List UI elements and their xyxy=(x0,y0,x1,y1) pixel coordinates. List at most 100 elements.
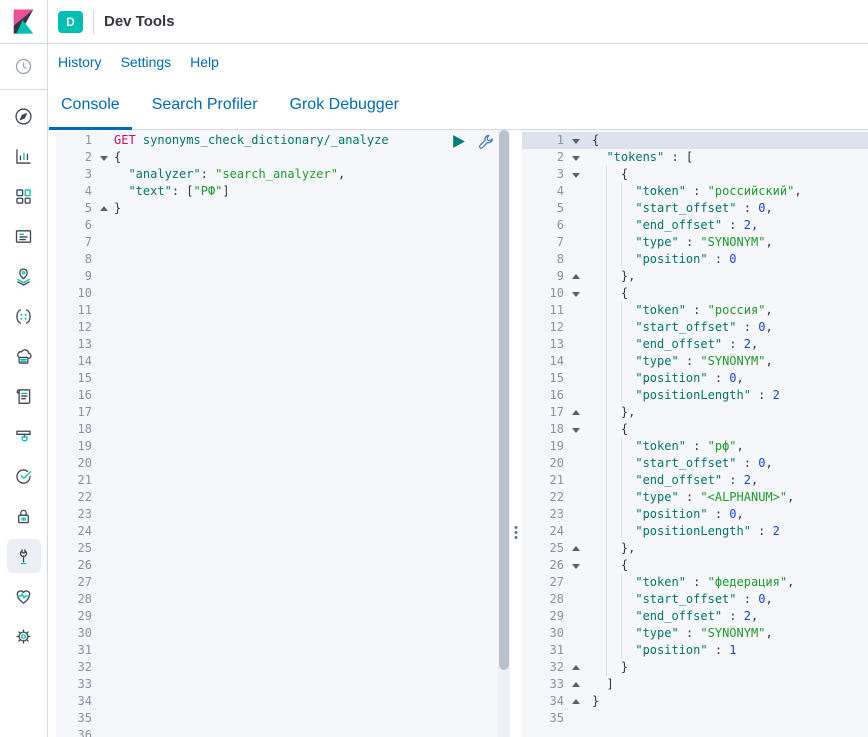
sidebar-item-dev-tools-wrench[interactable] xyxy=(7,539,41,573)
fold-open-icon[interactable] xyxy=(96,149,112,166)
code-text xyxy=(112,625,498,642)
response-editor[interactable]: 1{2 "tokens" : [3 {4 "token" : "российск… xyxy=(522,130,868,737)
kibana-logo[interactable] xyxy=(0,0,47,44)
app-badge: D xyxy=(58,11,83,33)
fold-open-icon[interactable] xyxy=(568,166,584,183)
fold-gutter xyxy=(96,268,112,285)
code-text xyxy=(112,234,498,251)
menu-item-help[interactable]: Help xyxy=(190,54,219,70)
sidebar-item-uptime-check[interactable] xyxy=(7,459,41,493)
fold-end-icon[interactable] xyxy=(568,659,584,676)
sidebar-item-maps-pin[interactable] xyxy=(7,259,41,293)
menu-item-settings[interactable]: Settings xyxy=(121,54,172,70)
fold-end-icon[interactable] xyxy=(568,693,584,710)
fold-gutter xyxy=(568,642,584,659)
code-line: 1GET synonyms_check_dictionary/_analyze xyxy=(56,132,498,149)
tab-grok-debugger[interactable]: Grok Debugger xyxy=(278,80,411,129)
code-line: 31 "position" : 1 xyxy=(522,642,868,659)
line-number: 36 xyxy=(56,727,96,737)
sidebar-item-management-gear[interactable] xyxy=(7,619,41,653)
sidebar-item-recently-viewed-clock[interactable] xyxy=(7,50,41,84)
fold-open-icon[interactable] xyxy=(568,285,584,302)
line-number: 31 xyxy=(56,642,96,659)
code-line: 30 xyxy=(56,625,498,642)
line-number: 21 xyxy=(56,472,96,489)
line-number: 35 xyxy=(522,710,568,727)
code-line: 26 xyxy=(56,557,498,574)
code-text xyxy=(112,676,498,693)
fold-end-icon[interactable] xyxy=(568,676,584,693)
fold-open-icon[interactable] xyxy=(568,149,584,166)
line-number: 13 xyxy=(56,336,96,353)
sidebar-item-discover-compass[interactable] xyxy=(7,99,41,133)
line-number: 32 xyxy=(522,659,568,676)
code-line: 29 "end_offset" : 2, xyxy=(522,608,868,625)
code-line: 35 xyxy=(522,710,868,727)
pane-splitter[interactable] xyxy=(510,130,522,737)
code-line: 11 xyxy=(56,302,498,319)
fold-end-icon[interactable] xyxy=(96,200,112,217)
fold-gutter xyxy=(96,710,112,727)
menu-item-history[interactable]: History xyxy=(58,54,102,70)
line-number: 14 xyxy=(56,353,96,370)
uptime-check-icon xyxy=(13,466,34,487)
scrollbar-thumb[interactable] xyxy=(499,130,509,670)
fold-gutter xyxy=(568,387,584,404)
line-number: 10 xyxy=(522,285,568,302)
code-text: { xyxy=(584,557,868,574)
sidebar-item-siem-lock[interactable] xyxy=(7,499,41,533)
fold-gutter xyxy=(96,676,112,693)
code-line: 1{ xyxy=(522,132,868,149)
fold-end-icon[interactable] xyxy=(568,540,584,557)
tab-search-profiler[interactable]: Search Profiler xyxy=(140,80,270,129)
fold-end-icon[interactable] xyxy=(568,404,584,421)
code-line: 36 xyxy=(56,727,498,737)
tab-console[interactable]: Console xyxy=(49,80,132,129)
line-number: 23 xyxy=(522,506,568,523)
code-line: 10 xyxy=(56,285,498,302)
sidebar-item-visualize-chart[interactable] xyxy=(7,139,41,173)
code-text: }, xyxy=(584,404,868,421)
sidebar-item-canvas[interactable] xyxy=(7,219,41,253)
sidebar-item-logs-scroll[interactable] xyxy=(7,379,41,413)
request-editor[interactable]: 1GET synonyms_check_dictionary/_analyze2… xyxy=(56,130,498,737)
fold-open-icon[interactable] xyxy=(568,421,584,438)
code-line: 24 xyxy=(56,523,498,540)
code-line: 24 "positionLength" : 2 xyxy=(522,523,868,540)
code-line: 16 "positionLength" : 2 xyxy=(522,387,868,404)
fold-end-icon[interactable] xyxy=(568,268,584,285)
code-text: "token" : "рф", xyxy=(584,438,868,455)
sidebar-item-stack-monitoring-heart[interactable] xyxy=(7,579,41,613)
code-line: 6 xyxy=(56,217,498,234)
fold-gutter xyxy=(568,200,584,217)
code-text xyxy=(112,472,498,489)
line-number: 22 xyxy=(56,489,96,506)
fold-gutter xyxy=(568,625,584,642)
fold-gutter xyxy=(96,523,112,540)
code-line: 32 } xyxy=(522,659,868,676)
request-pane: 1GET synonyms_check_dictionary/_analyze2… xyxy=(56,130,510,737)
sidebar-item-apm[interactable] xyxy=(7,419,41,453)
line-number: 16 xyxy=(56,387,96,404)
code-line: 27 "token" : "федерация", xyxy=(522,574,868,591)
fold-gutter xyxy=(96,625,112,642)
code-line: 5 "start_offset" : 0, xyxy=(522,200,868,217)
dev-tools-wrench-icon xyxy=(13,546,34,567)
sidebar-item-infrastructure-cloud[interactable] xyxy=(7,339,41,373)
fold-open-icon[interactable] xyxy=(568,132,584,149)
sidebar-item-machine-learning[interactable] xyxy=(7,299,41,333)
code-text: "start_offset" : 0, xyxy=(584,591,868,608)
line-number: 21 xyxy=(522,472,568,489)
code-line: 35 xyxy=(56,710,498,727)
code-line: 2 "tokens" : [ xyxy=(522,149,868,166)
send-request-button[interactable] xyxy=(450,133,467,150)
request-editor-scrollbar[interactable] xyxy=(498,130,510,737)
fold-open-icon[interactable] xyxy=(568,557,584,574)
code-text xyxy=(112,710,498,727)
code-line: 2{ xyxy=(56,149,498,166)
fold-gutter xyxy=(96,132,112,149)
line-number: 30 xyxy=(522,625,568,642)
sidebar-item-dashboard[interactable] xyxy=(7,179,41,213)
request-settings-button[interactable] xyxy=(478,134,494,150)
infrastructure-cloud-icon xyxy=(13,346,34,367)
